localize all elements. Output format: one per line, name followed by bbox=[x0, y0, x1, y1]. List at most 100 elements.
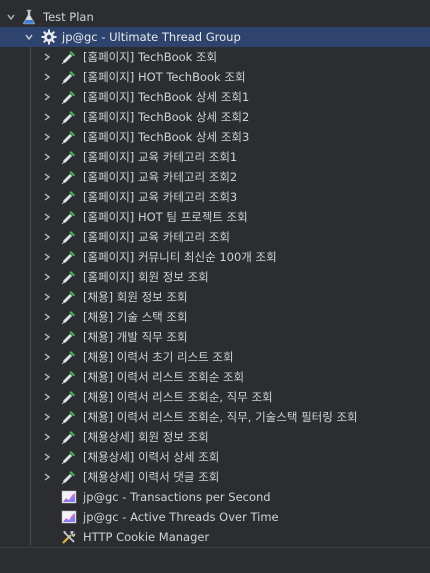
http-sampler-icon bbox=[61, 149, 77, 165]
tree-node-sampler[interactable]: [채용상세] 이력서 상세 조회 bbox=[0, 447, 430, 467]
tree-node-label: [홈페이지] TechBook 상세 조회3 bbox=[83, 130, 250, 144]
tree-node-sampler[interactable]: [홈페이지] 교육 카테고리 조회 bbox=[0, 227, 430, 247]
http-sampler-icon bbox=[61, 449, 77, 465]
http-sampler-icon bbox=[61, 349, 77, 365]
chevron-right-icon[interactable] bbox=[41, 391, 53, 403]
tree-node-label: [홈페이지] 교육 카테고리 조회1 bbox=[83, 150, 238, 164]
chevron-right-icon[interactable] bbox=[41, 111, 53, 123]
tree-node-label: [채용상세] 이력서 상세 조회 bbox=[83, 450, 220, 464]
tree-node-label: [채용] 개발 직무 조회 bbox=[83, 330, 188, 344]
http-sampler-icon bbox=[61, 249, 77, 265]
tree-node-sampler[interactable]: [채용] 이력서 리스트 조회순 조회 bbox=[0, 367, 430, 387]
tree-node-sampler[interactable]: [채용] 이력서 리스트 조회순, 직무, 기술스택 필터링 조회 bbox=[0, 407, 430, 427]
chevron-down-icon[interactable] bbox=[23, 31, 35, 43]
tree-node-sampler[interactable]: [채용] 이력서 초기 리스트 조회 bbox=[0, 347, 430, 367]
tree-node-sampler[interactable]: [홈페이지] TechBook 조회 bbox=[0, 47, 430, 67]
chevron-right-icon[interactable] bbox=[41, 311, 53, 323]
tree-node-sampler[interactable]: [홈페이지] 커뮤니티 최신순 100개 조회 bbox=[0, 247, 430, 267]
tree-node-sampler[interactable]: [홈페이지] TechBook 상세 조회1 bbox=[0, 87, 430, 107]
http-sampler-icon bbox=[61, 329, 77, 345]
gear-icon bbox=[41, 29, 57, 45]
panel-bottom-border bbox=[0, 547, 430, 548]
chevron-right-icon[interactable] bbox=[41, 331, 53, 343]
tree-node-sampler[interactable]: [채용] 회원 정보 조회 bbox=[0, 287, 430, 307]
tree-node-label: [채용] 이력서 초기 리스트 조회 bbox=[83, 350, 234, 364]
tree-node-label: [채용] 기술 스택 조회 bbox=[83, 310, 188, 324]
chevron-right-icon[interactable] bbox=[41, 431, 53, 443]
http-sampler-icon bbox=[61, 289, 77, 305]
chevron-right-icon[interactable] bbox=[41, 231, 53, 243]
tree-node-sampler[interactable]: [채용상세] 회원 정보 조회 bbox=[0, 427, 430, 447]
chevron-right-icon[interactable] bbox=[41, 471, 53, 483]
tree-node-sampler[interactable]: [홈페이지] TechBook 상세 조회3 bbox=[0, 127, 430, 147]
http-sampler-icon bbox=[61, 209, 77, 225]
tree-node-label: [채용] 이력서 리스트 조회순, 직무 조회 bbox=[83, 390, 273, 404]
tree-node-sampler[interactable]: [홈페이지] HOT TechBook 조회 bbox=[0, 67, 430, 87]
tree-node-sampler[interactable]: [홈페이지] 교육 카테고리 조회3 bbox=[0, 187, 430, 207]
chevron-right-icon[interactable] bbox=[41, 191, 53, 203]
chevron-right-icon[interactable] bbox=[41, 291, 53, 303]
tree-node-test-plan[interactable]: Test Plan bbox=[0, 7, 430, 27]
tree-node-label: [채용] 회원 정보 조회 bbox=[83, 290, 188, 304]
http-sampler-icon bbox=[61, 429, 77, 445]
http-sampler-icon bbox=[61, 89, 77, 105]
chevron-right-icon[interactable] bbox=[41, 131, 53, 143]
http-sampler-icon bbox=[61, 169, 77, 185]
chevron-right-icon[interactable] bbox=[41, 351, 53, 363]
tree-node-sampler[interactable]: [채용] 개발 직무 조회 bbox=[0, 327, 430, 347]
chevron-right-icon[interactable] bbox=[41, 211, 53, 223]
chevron-right-icon[interactable] bbox=[41, 51, 53, 63]
chevron-right-icon[interactable] bbox=[41, 151, 53, 163]
http-sampler-icon bbox=[61, 309, 77, 325]
http-sampler-icon bbox=[61, 469, 77, 485]
tree-node-label: [홈페이지] TechBook 조회 bbox=[83, 50, 218, 64]
tree-node-label: [홈페이지] HOT 팀 프로젝트 조회 bbox=[83, 210, 248, 224]
tree-node-label: [홈페이지] 회원 정보 조회 bbox=[83, 270, 209, 284]
tree-node-label: [홈페이지] 교육 카테고리 조회 bbox=[83, 230, 230, 244]
tree-node-label: [채용상세] 이력서 댓글 조회 bbox=[83, 470, 220, 484]
tree-node-sampler[interactable]: [홈페이지] TechBook 상세 조회2 bbox=[0, 107, 430, 127]
tree-node-label: jp@gc - Transactions per Second bbox=[83, 490, 271, 504]
http-sampler-icon bbox=[61, 69, 77, 85]
tree-node-label: [홈페이지] HOT TechBook 조회 bbox=[83, 70, 246, 84]
tree-node-label: [채용] 이력서 리스트 조회순, 직무, 기술스택 필터링 조회 bbox=[83, 410, 358, 424]
graph-icon bbox=[61, 509, 77, 525]
tree-node-sampler[interactable]: [채용] 기술 스택 조회 bbox=[0, 307, 430, 327]
tree-node-sampler[interactable]: [홈페이지] HOT 팀 프로젝트 조회 bbox=[0, 207, 430, 227]
chevron-right-icon[interactable] bbox=[41, 171, 53, 183]
tree-node-label: [홈페이지] 교육 카테고리 조회3 bbox=[83, 190, 238, 204]
http-sampler-icon bbox=[61, 269, 77, 285]
http-sampler-icon bbox=[61, 109, 77, 125]
tree-node-label: [홈페이지] TechBook 상세 조회2 bbox=[83, 110, 250, 124]
chevron-right-icon[interactable] bbox=[41, 371, 53, 383]
tree-node-sampler[interactable]: [홈페이지] 교육 카테고리 조회1 bbox=[0, 147, 430, 167]
tree-node-config[interactable]: jp@gc - Transactions per Second bbox=[0, 487, 430, 507]
chevron-right-icon[interactable] bbox=[41, 251, 53, 263]
tree-node-config[interactable]: jp@gc - Active Threads Over Time bbox=[0, 507, 430, 527]
chevron-right-icon[interactable] bbox=[41, 411, 53, 423]
http-sampler-icon bbox=[61, 189, 77, 205]
tree-node-label: [채용] 이력서 리스트 조회순 조회 bbox=[83, 370, 245, 384]
tree-node-thread-group[interactable]: jp@gc - Ultimate Thread Group bbox=[0, 27, 430, 47]
flask-icon bbox=[21, 9, 37, 25]
http-sampler-icon bbox=[61, 229, 77, 245]
chevron-right-icon[interactable] bbox=[41, 451, 53, 463]
chevron-right-icon[interactable] bbox=[41, 71, 53, 83]
http-sampler-icon bbox=[61, 389, 77, 405]
http-sampler-icon bbox=[61, 129, 77, 145]
tree-node-label: [홈페이지] 교육 카테고리 조회2 bbox=[83, 170, 238, 184]
chevron-right-icon[interactable] bbox=[41, 91, 53, 103]
chevron-right-icon[interactable] bbox=[41, 271, 53, 283]
tree-node-sampler[interactable]: [홈페이지] 회원 정보 조회 bbox=[0, 267, 430, 287]
http-sampler-icon bbox=[61, 409, 77, 425]
http-sampler-icon bbox=[61, 49, 77, 65]
tree-node-label: HTTP Cookie Manager bbox=[83, 530, 210, 544]
chevron-down-icon[interactable] bbox=[5, 11, 17, 23]
tree-node-sampler[interactable]: [홈페이지] 교육 카테고리 조회2 bbox=[0, 167, 430, 187]
tree-node-sampler[interactable]: [채용상세] 이력서 댓글 조회 bbox=[0, 467, 430, 487]
tree-node-config[interactable]: HTTP Cookie Manager bbox=[0, 527, 430, 547]
tree-node-sampler[interactable]: [채용] 이력서 리스트 조회순, 직무 조회 bbox=[0, 387, 430, 407]
http-sampler-icon bbox=[61, 369, 77, 385]
tree-node-label: [채용상세] 회원 정보 조회 bbox=[83, 430, 209, 444]
graph-icon bbox=[61, 489, 77, 505]
